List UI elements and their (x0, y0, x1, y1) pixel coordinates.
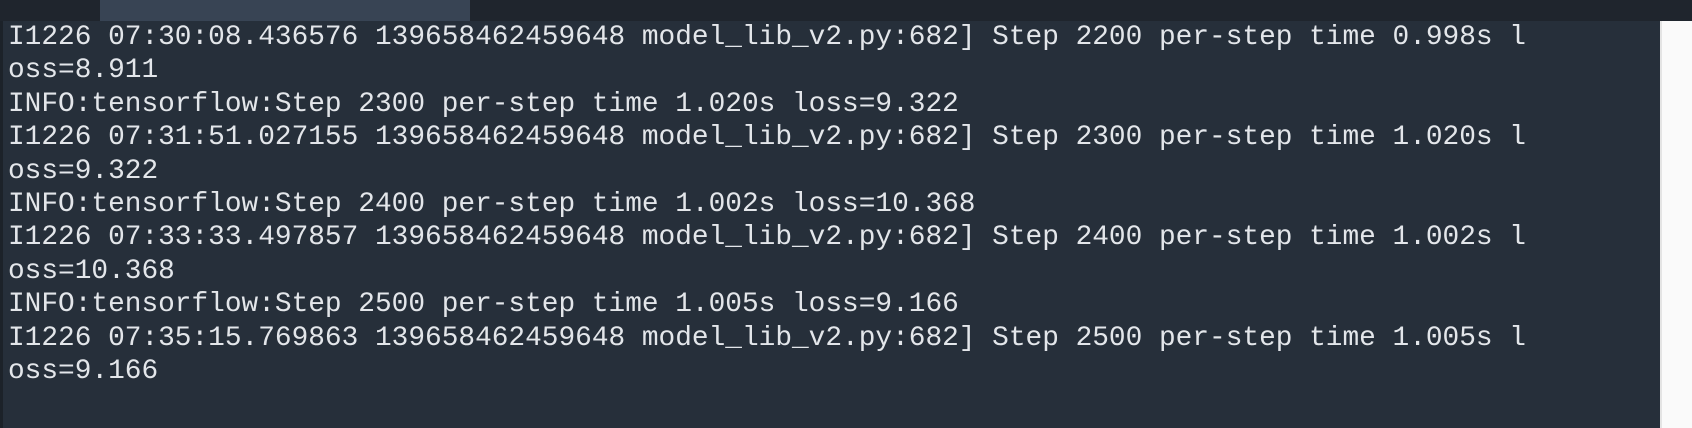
terminal-line: oss=9.322 (8, 155, 159, 187)
terminal-line: I1226 07:35:15.769863 139658462459648 mo… (8, 322, 1526, 354)
terminal-line: INFO:tensorflow:Step 2500 per-step time … (8, 289, 959, 321)
scrollbar-track[interactable] (1660, 21, 1692, 428)
terminal-output[interactable]: I1226 07:30:08.436576 139658462459648 mo… (0, 21, 1660, 428)
terminal-line: INFO:tensorflow:Step 2400 per-step time … (8, 188, 976, 220)
active-tab[interactable] (100, 0, 470, 21)
terminal-line: oss=9.166 (8, 355, 159, 387)
terminal-line: INFO:tensorflow:Step 2300 per-step time … (8, 88, 959, 120)
terminal-line: I1226 07:33:33.497857 139658462459648 mo… (8, 222, 1526, 254)
terminal-line: oss=8.911 (8, 55, 159, 87)
terminal-line: oss=10.368 (8, 255, 175, 287)
terminal-line: I1226 07:31:51.027155 139658462459648 mo… (8, 122, 1526, 154)
terminal-lines: I1226 07:30:08.436576 139658462459648 mo… (8, 21, 1526, 388)
tab-bar (0, 0, 1692, 21)
terminal-line: I1226 07:30:08.436576 139658462459648 mo… (8, 22, 1526, 53)
